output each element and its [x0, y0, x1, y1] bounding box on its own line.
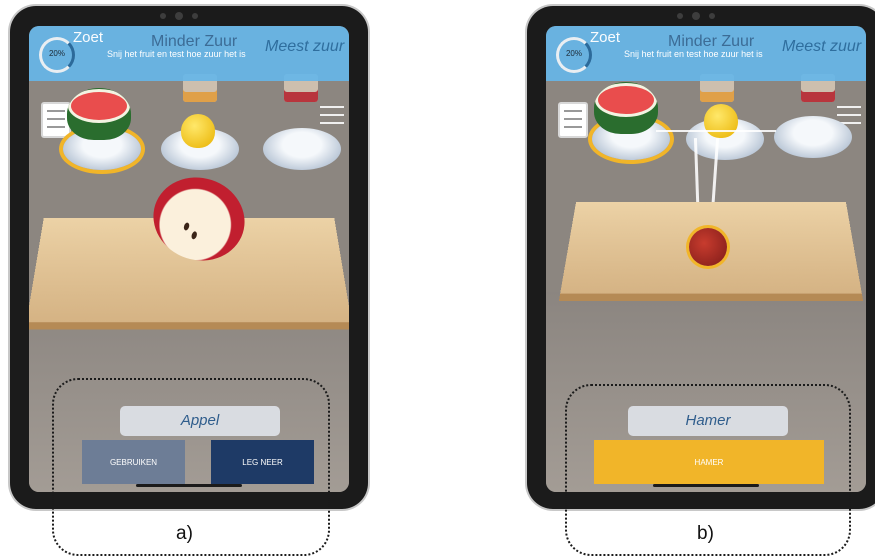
sensor-dot — [160, 13, 166, 19]
camera-icon — [692, 12, 700, 20]
caption-a: a) — [176, 523, 193, 545]
instruction-text: Snij het fruit en test hoe zuur het is — [624, 49, 763, 59]
apple-seed — [183, 222, 190, 231]
category-sweet: Zoet — [590, 29, 620, 46]
camera-icon — [175, 12, 183, 20]
lemon[interactable] — [704, 104, 738, 138]
screenshot-b: 20% Zoet Minder Zuur Meest zuur Snij het… — [521, 0, 875, 558]
category-most-sour: Meest zuur — [265, 38, 344, 56]
progress-ring: 20% — [39, 37, 75, 73]
progress-ring: 20% — [556, 37, 592, 73]
top-bar: 20% Zoet Minder Zuur Meest zuur Snij het… — [546, 26, 866, 81]
apple-seed — [191, 231, 198, 240]
sensor-dot — [677, 13, 683, 19]
apple[interactable] — [689, 228, 727, 266]
progress-text: 20% — [42, 49, 72, 58]
progress-text: 20% — [559, 49, 589, 58]
instruction-text: Snij het fruit en test hoe zuur het is — [107, 49, 246, 59]
category-sweet: Zoet — [73, 29, 103, 46]
plate-empty[interactable] — [263, 128, 341, 170]
caption-b: b) — [697, 523, 714, 545]
document-icon[interactable] — [558, 102, 588, 138]
watermelon[interactable] — [594, 82, 658, 134]
watermelon[interactable] — [67, 88, 131, 140]
screenshot-a: 20% Zoet Minder Zuur Meest zuur Snij het… — [4, 0, 374, 558]
top-bar: 20% Zoet Minder Zuur Meest zuur Snij het… — [29, 26, 349, 81]
lemon[interactable] — [181, 114, 215, 148]
plate-empty[interactable] — [774, 116, 852, 158]
sensor-dot — [192, 13, 198, 19]
menu-icon[interactable] — [320, 106, 344, 130]
sensor-dot — [709, 13, 715, 19]
category-most-sour: Meest zuur — [782, 38, 861, 56]
selection-beam — [656, 130, 776, 132]
